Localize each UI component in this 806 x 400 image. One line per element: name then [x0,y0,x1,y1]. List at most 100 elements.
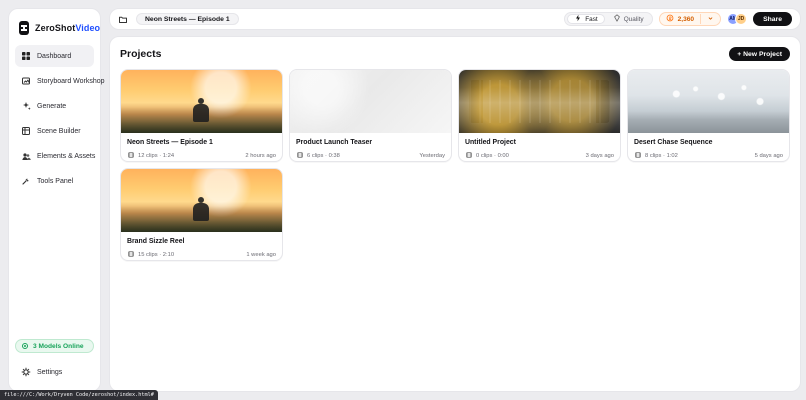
sidebar-item-label: Storyboard Workshop [37,77,105,85]
brand-name: ZeroShotVideo [35,23,100,33]
top-actions: Fast Quality 2,360 AM JD Share [564,12,792,26]
mode-quality-button[interactable]: Quality [607,14,650,24]
project-card-brand-sizzle[interactable]: Brand Sizzle Reel 15 clips · 2:10 1 week… [120,168,283,261]
project-meta: Untitled Project 0 clips · 0:00 3 days a… [459,133,620,161]
project-updated: Yesterday [419,153,445,159]
clips-icon [127,151,135,161]
credits-value: 2,360 [677,15,695,23]
sidebar-bottom: 3 Models Online Settings [15,339,94,383]
diamond-icon [613,14,621,24]
project-title: Desert Chase Sequence [634,139,713,146]
sidebar-item-label: Scene Builder [37,127,81,135]
project-clips-text: 8 clips · 1:02 [645,153,678,159]
sidebar-item-label: Elements & Assets [37,152,96,160]
sidebar-item-storyboard-workshop[interactable]: Storyboard Workshop [15,70,105,92]
project-clips: 12 clips · 1:24 [127,151,174,161]
models-online-label: 3 Models Online [33,342,84,350]
models-online-badge[interactable]: 3 Models Online [15,339,94,353]
collaborator-avatars[interactable]: AM JD [727,13,748,25]
gear-icon [21,367,31,377]
projects-grid: Neon Streets — Episode 1 12 clips · 1:24 [120,69,790,261]
avatar: JD [735,13,748,25]
clips-icon [465,151,473,161]
project-updated: 1 week ago [246,252,276,258]
projects-header: Projects + New Project [120,47,790,61]
project-title: Untitled Project [465,139,516,146]
project-card-untitled[interactable]: Untitled Project 0 clips · 0:00 3 days a… [458,69,621,162]
project-clips: 8 clips · 1:02 [634,151,678,161]
users-icon [21,151,31,161]
project-meta-row: 8 clips · 1:02 5 days ago [634,151,783,161]
brand-name-part-1: ZeroShot [35,23,76,33]
sidebar-item-dashboard[interactable]: Dashboard [15,45,94,67]
project-updated: 5 days ago [754,153,783,159]
project-card-desert-chase[interactable]: Desert Chase Sequence 8 clips · 1:02 5 d… [627,69,790,162]
tools-icon [21,176,31,186]
thumbnail-trams [469,80,610,123]
quality-mode-toggle: Fast Quality [564,12,653,26]
project-meta-row: 0 clips · 0:00 3 days ago [465,151,614,161]
sidebar-item-settings[interactable]: Settings [15,361,94,383]
status-url: file:///C:/Work/Dryven Code/zeroshot/ind… [4,392,154,398]
project-meta-row: 12 clips · 1:24 2 hours ago [127,151,276,161]
project-thumbnail [290,70,451,133]
sidebar-item-generate[interactable]: Generate [15,95,94,117]
share-label: Share [763,15,782,23]
project-card-product-launch[interactable]: Product Launch Teaser 6 clips · 0:38 Yes… [289,69,452,162]
folder-icon[interactable] [118,14,128,24]
avatar-initials: JD [737,16,745,22]
credits-separator [700,14,702,24]
sidebar-item-tools-panel[interactable]: Tools Panel [15,170,94,192]
browser-status-bar: file:///C:/Work/Dryven Code/zeroshot/ind… [0,390,158,400]
project-meta: Brand Sizzle Reel 15 clips · 2:10 1 week… [121,232,282,260]
scene-builder-icon [21,126,31,136]
project-clips-text: 0 clips · 0:00 [476,153,509,159]
project-thumbnail [628,70,789,133]
sidebar-item-label: Dashboard [37,52,72,60]
project-clips: 0 clips · 0:00 [465,151,509,161]
new-project-button[interactable]: + New Project [729,47,790,61]
new-project-label: + New Project [737,50,782,58]
topbar: Neon Streets — Episode 1 Fast Quality 2,… [109,8,801,30]
breadcrumb: Neon Streets — Episode 1 [118,13,239,25]
mode-fast-label: Fast [585,15,598,23]
share-button[interactable]: Share [753,12,792,26]
thumbnail-birds [628,70,789,133]
project-card-neon-streets[interactable]: Neon Streets — Episode 1 12 clips · 1:24 [120,69,283,162]
lightning-icon [574,14,582,24]
projects-panel: Projects + New Project Neon Streets — Ep… [109,36,801,392]
sidebar: ZeroShotVideo Dashboard Storyboard Works… [8,8,105,392]
sidebar-item-label: Tools Panel [37,177,74,185]
project-clips-text: 12 clips · 1:24 [138,153,175,159]
project-updated: 3 days ago [585,153,614,159]
thumbnail-subject [193,98,209,122]
dashboard-icon [21,51,31,61]
project-clips-text: 15 clips · 2:10 [138,252,175,258]
app-logo-icon [19,21,29,35]
sidebar-item-label: Generate [37,102,67,110]
sparkles-icon [21,101,31,111]
chevron-down-icon [707,15,714,24]
project-thumbnail [121,70,282,133]
settings-label: Settings [37,368,63,376]
sidebar-nav: Dashboard Storyboard Workshop Generate S… [15,45,105,192]
mode-quality-label: Quality [623,15,644,23]
mode-fast-button[interactable]: Fast [567,14,605,24]
page-title: Projects [120,48,162,60]
project-meta-row: 6 clips · 0:38 Yesterday [296,151,445,161]
brand-name-part-2: Video [75,23,101,33]
project-title: Brand Sizzle Reel [127,238,185,245]
clips-icon [127,250,135,260]
thumbnail-subject [193,197,209,221]
sidebar-item-elements-assets[interactable]: Elements & Assets [15,145,96,167]
project-clips: 15 clips · 2:10 [127,250,174,260]
project-meta: Desert Chase Sequence 8 clips · 1:02 5 d… [628,133,789,161]
sidebar-item-scene-builder[interactable]: Scene Builder [15,120,94,142]
breadcrumb-pill[interactable]: Neon Streets — Episode 1 [136,13,239,25]
credits-pill[interactable]: 2,360 [658,12,722,26]
breadcrumb-label: Neon Streets — Episode 1 [145,15,230,23]
project-title: Neon Streets — Episode 1 [127,139,213,146]
brand[interactable]: ZeroShotVideo [15,17,100,45]
project-clips-text: 6 clips · 0:38 [307,153,340,159]
clips-icon [634,151,642,161]
